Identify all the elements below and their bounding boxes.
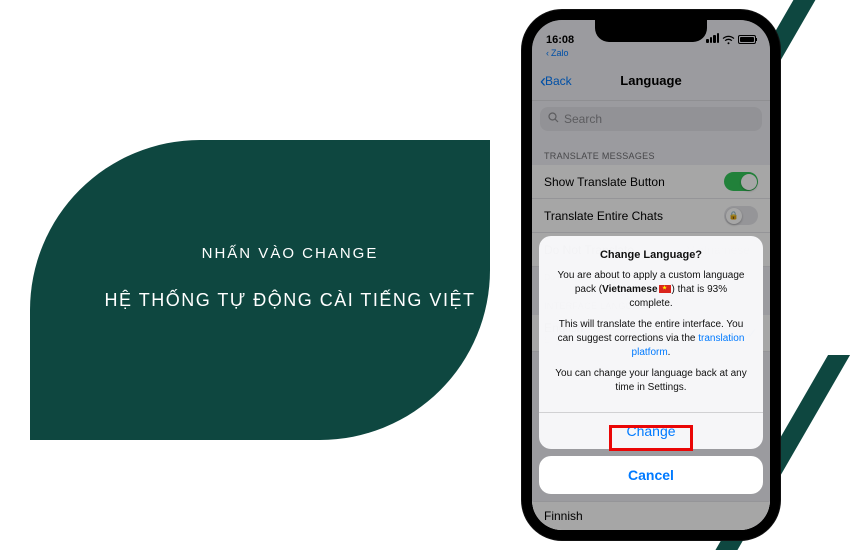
caption-line2: HỆ THỐNG TỰ ĐỘNG CÀI TIẾNG VIỆT <box>90 290 490 311</box>
vietnam-flag-icon <box>659 285 671 293</box>
change-language-dialog: Change Language? You are about to apply … <box>539 236 763 494</box>
phone-mockup: 16:08 ‹ Zalo ‹ Back Language Search <box>522 10 780 540</box>
cancel-button[interactable]: Cancel <box>539 456 763 494</box>
phone-notch <box>595 20 707 42</box>
dialog-paragraph-3: You can change your language back at any… <box>553 367 749 395</box>
change-button[interactable]: Change <box>539 412 763 449</box>
caption-line1: NHẤN VÀO CHANGE <box>90 245 490 262</box>
dialog-paragraph-1: You are about to apply a custom language… <box>553 269 749 311</box>
dialog-paragraph-2: This will translate the entire interface… <box>553 318 749 360</box>
phone-screen: 16:08 ‹ Zalo ‹ Back Language Search <box>532 20 770 530</box>
instruction-caption: NHẤN VÀO CHANGE HỆ THỐNG TỰ ĐỘNG CÀI TIẾ… <box>90 245 490 311</box>
dialog-title: Change Language? <box>553 248 749 263</box>
